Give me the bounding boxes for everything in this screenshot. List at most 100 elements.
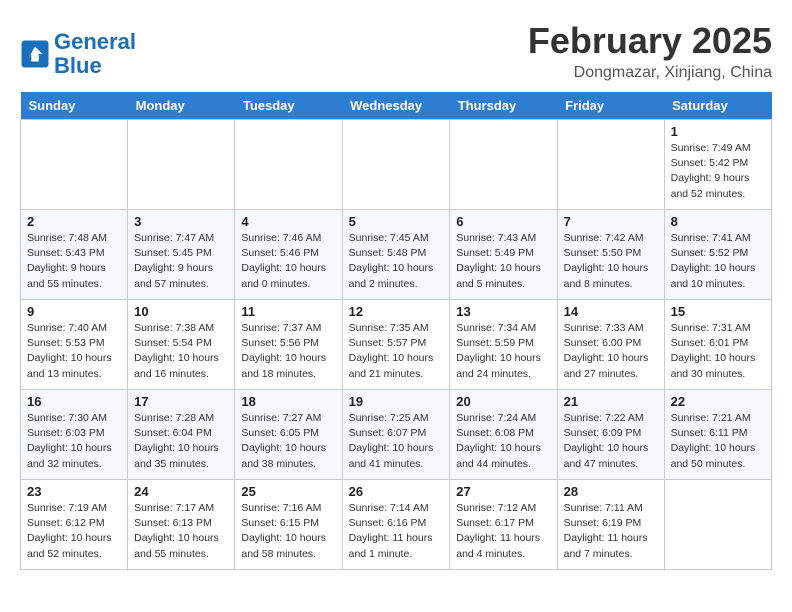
calendar-cell: 9 Sunrise: 7:40 AM Sunset: 5:53 PM Daylig…: [21, 300, 128, 390]
calendar-cell: 25 Sunrise: 7:16 AM Sunset: 6:15 PM Dayli…: [235, 480, 342, 570]
calendar-cell: [450, 120, 557, 210]
weekday-header: Saturday: [664, 92, 771, 120]
calendar-week-row: 23 Sunrise: 7:19 AM Sunset: 6:12 PM Dayli…: [21, 480, 772, 570]
day-number: 10: [134, 304, 228, 319]
calendar-cell: 24 Sunrise: 7:17 AM Sunset: 6:13 PM Dayli…: [128, 480, 235, 570]
calendar-cell: 5Sunrise: 7:45 AM Sunset: 5:48 PM Daylig…: [342, 210, 450, 300]
calendar-cell: [21, 120, 128, 210]
day-number: 21: [564, 394, 658, 409]
day-info: Sunrise: 7:49 AM Sunset: 5:42 PM Dayligh…: [671, 141, 765, 202]
calendar-header-row: SundayMondayTuesdayWednesdayThursdayFrid…: [21, 92, 772, 120]
day-info: Sunrise: 7:12 AM Sunset: 6:17 PM Dayligh…: [456, 501, 550, 562]
day-info: Sunrise: 7:48 AM Sunset: 5:43 PM Dayligh…: [27, 231, 121, 292]
calendar-cell: 20 Sunrise: 7:24 AM Sunset: 6:08 PM Dayli…: [450, 390, 557, 480]
day-info: Sunrise: 7:38 AM Sunset: 5:54 PM Dayligh…: [134, 321, 228, 382]
day-number: 17: [134, 394, 228, 409]
title-block: February 2025 Dongmazar, Xinjiang, China: [528, 20, 772, 82]
day-info: Sunrise: 7:35 AM Sunset: 5:57 PM Dayligh…: [349, 321, 444, 382]
calendar-cell: 8Sunrise: 7:41 AM Sunset: 5:52 PM Daylig…: [664, 210, 771, 300]
calendar-cell: 13Sunrise: 7:34 AM Sunset: 5:59 PM Dayli…: [450, 300, 557, 390]
day-info: Sunrise: 7:16 AM Sunset: 6:15 PM Dayligh…: [241, 501, 335, 562]
day-number: 14: [564, 304, 658, 319]
day-info: Sunrise: 7:11 AM Sunset: 6:19 PM Dayligh…: [564, 501, 658, 562]
day-number: 24: [134, 484, 228, 499]
day-info: Sunrise: 7:28 AM Sunset: 6:04 PM Dayligh…: [134, 411, 228, 472]
calendar-cell: 4 Sunrise: 7:46 AM Sunset: 5:46 PM Daylig…: [235, 210, 342, 300]
calendar-cell: 12 Sunrise: 7:35 AM Sunset: 5:57 PM Dayli…: [342, 300, 450, 390]
calendar-cell: 16 Sunrise: 7:30 AM Sunset: 6:03 PM Dayli…: [21, 390, 128, 480]
day-number: 11: [241, 304, 335, 319]
day-number: 22: [671, 394, 765, 409]
day-number: 7: [564, 214, 658, 229]
day-info: Sunrise: 7:25 AM Sunset: 6:07 PM Dayligh…: [349, 411, 444, 472]
calendar-week-row: 9 Sunrise: 7:40 AM Sunset: 5:53 PM Daylig…: [21, 300, 772, 390]
day-info: Sunrise: 7:47 AM Sunset: 5:45 PM Dayligh…: [134, 231, 228, 292]
day-info: Sunrise: 7:37 AM Sunset: 5:56 PM Dayligh…: [241, 321, 335, 382]
day-info: Sunrise: 7:40 AM Sunset: 5:53 PM Dayligh…: [27, 321, 121, 382]
day-info: Sunrise: 7:24 AM Sunset: 6:08 PM Dayligh…: [456, 411, 550, 472]
calendar-table: SundayMondayTuesdayWednesdayThursdayFrid…: [20, 92, 772, 570]
day-number: 6: [456, 214, 550, 229]
day-info: Sunrise: 7:30 AM Sunset: 6:03 PM Dayligh…: [27, 411, 121, 472]
logo: General Blue: [20, 30, 136, 78]
calendar-cell: 3 Sunrise: 7:47 AM Sunset: 5:45 PM Daylig…: [128, 210, 235, 300]
calendar-cell: [557, 120, 664, 210]
day-number: 20: [456, 394, 550, 409]
day-number: 3: [134, 214, 228, 229]
day-number: 13: [456, 304, 550, 319]
day-number: 27: [456, 484, 550, 499]
calendar-cell: 28Sunrise: 7:11 AM Sunset: 6:19 PM Dayli…: [557, 480, 664, 570]
day-number: 15: [671, 304, 765, 319]
weekday-header: Tuesday: [235, 92, 342, 120]
calendar-cell: 2 Sunrise: 7:48 AM Sunset: 5:43 PM Daylig…: [21, 210, 128, 300]
day-info: Sunrise: 7:31 AM Sunset: 6:01 PM Dayligh…: [671, 321, 765, 382]
day-number: 12: [349, 304, 444, 319]
calendar-cell: 14 Sunrise: 7:33 AM Sunset: 6:00 PM Dayli…: [557, 300, 664, 390]
weekday-header: Monday: [128, 92, 235, 120]
calendar-cell: 1Sunrise: 7:49 AM Sunset: 5:42 PM Daylig…: [664, 120, 771, 210]
calendar-cell: 17 Sunrise: 7:28 AM Sunset: 6:04 PM Dayli…: [128, 390, 235, 480]
month-title: February 2025: [528, 20, 772, 62]
day-number: 5: [349, 214, 444, 229]
calendar-cell: 10 Sunrise: 7:38 AM Sunset: 5:54 PM Dayli…: [128, 300, 235, 390]
calendar-cell: 21 Sunrise: 7:22 AM Sunset: 6:09 PM Dayli…: [557, 390, 664, 480]
calendar-cell: 6Sunrise: 7:43 AM Sunset: 5:49 PM Daylig…: [450, 210, 557, 300]
day-info: Sunrise: 7:17 AM Sunset: 6:13 PM Dayligh…: [134, 501, 228, 562]
calendar-cell: [342, 120, 450, 210]
calendar-cell: 27 Sunrise: 7:12 AM Sunset: 6:17 PM Dayli…: [450, 480, 557, 570]
day-info: Sunrise: 7:14 AM Sunset: 6:16 PM Dayligh…: [349, 501, 444, 562]
logo-icon: [20, 39, 50, 69]
calendar-cell: 18Sunrise: 7:27 AM Sunset: 6:05 PM Dayli…: [235, 390, 342, 480]
calendar-cell: 26 Sunrise: 7:14 AM Sunset: 6:16 PM Dayli…: [342, 480, 450, 570]
day-info: Sunrise: 7:33 AM Sunset: 6:00 PM Dayligh…: [564, 321, 658, 382]
location-title: Dongmazar, Xinjiang, China: [528, 64, 772, 82]
weekday-header: Thursday: [450, 92, 557, 120]
weekday-header: Wednesday: [342, 92, 450, 120]
day-info: Sunrise: 7:21 AM Sunset: 6:11 PM Dayligh…: [671, 411, 765, 472]
day-number: 23: [27, 484, 121, 499]
calendar-cell: 22 Sunrise: 7:21 AM Sunset: 6:11 PM Dayli…: [664, 390, 771, 480]
calendar-week-row: 2 Sunrise: 7:48 AM Sunset: 5:43 PM Daylig…: [21, 210, 772, 300]
day-info: Sunrise: 7:46 AM Sunset: 5:46 PM Dayligh…: [241, 231, 335, 292]
header: General Blue February 2025 Dongmazar, Xi…: [20, 20, 772, 82]
day-number: 9: [27, 304, 121, 319]
day-info: Sunrise: 7:42 AM Sunset: 5:50 PM Dayligh…: [564, 231, 658, 292]
day-info: Sunrise: 7:41 AM Sunset: 5:52 PM Dayligh…: [671, 231, 765, 292]
day-number: 18: [241, 394, 335, 409]
weekday-header: Friday: [557, 92, 664, 120]
calendar-cell: 15 Sunrise: 7:31 AM Sunset: 6:01 PM Dayli…: [664, 300, 771, 390]
day-number: 2: [27, 214, 121, 229]
day-info: Sunrise: 7:22 AM Sunset: 6:09 PM Dayligh…: [564, 411, 658, 472]
day-info: Sunrise: 7:19 AM Sunset: 6:12 PM Dayligh…: [27, 501, 121, 562]
weekday-header: Sunday: [21, 92, 128, 120]
calendar-week-row: 16 Sunrise: 7:30 AM Sunset: 6:03 PM Dayli…: [21, 390, 772, 480]
day-number: 25: [241, 484, 335, 499]
calendar-cell: [128, 120, 235, 210]
calendar-cell: 11 Sunrise: 7:37 AM Sunset: 5:56 PM Dayli…: [235, 300, 342, 390]
day-number: 26: [349, 484, 444, 499]
day-number: 4: [241, 214, 335, 229]
calendar-cell: [664, 480, 771, 570]
calendar-week-row: 1Sunrise: 7:49 AM Sunset: 5:42 PM Daylig…: [21, 120, 772, 210]
logo-text: General Blue: [54, 30, 136, 78]
day-number: 16: [27, 394, 121, 409]
